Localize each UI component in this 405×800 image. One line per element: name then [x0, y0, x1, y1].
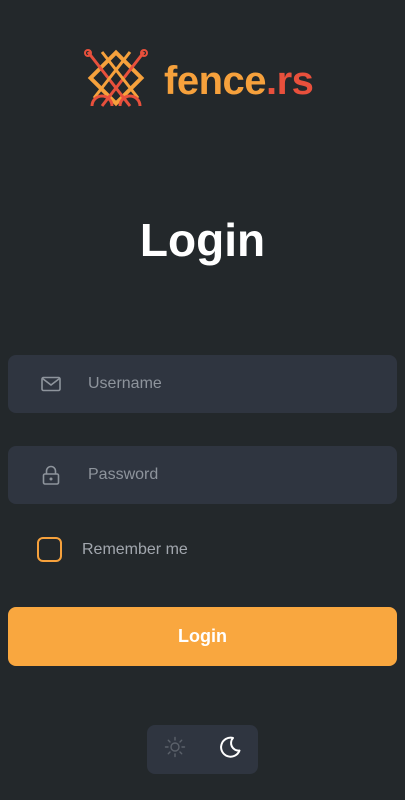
brand-logo: fence.rs — [80, 46, 330, 118]
password-field[interactable] — [8, 446, 397, 504]
page-title: Login — [139, 214, 266, 266]
moon-icon — [218, 735, 242, 764]
theme-dark-option[interactable] — [203, 725, 259, 774]
username-field[interactable] — [8, 355, 397, 413]
remember-me-label[interactable]: Remember me — [82, 541, 188, 559]
username-input[interactable] — [86, 363, 370, 405]
theme-light-option[interactable] — [147, 725, 203, 774]
brand-name-main: fence — [164, 59, 267, 103]
lock-icon — [40, 464, 62, 486]
theme-toggle[interactable] — [147, 725, 258, 774]
mail-icon — [40, 373, 62, 395]
login-screen: fence.rs Login Remember me Login — [0, 0, 405, 800]
login-button[interactable]: Login — [8, 607, 397, 666]
brand-name-suffix: .rs — [266, 59, 314, 103]
sun-icon — [164, 736, 186, 763]
password-input[interactable] — [86, 454, 370, 496]
remember-me[interactable]: Remember me — [37, 537, 188, 562]
fence-logo-icon — [84, 49, 148, 107]
remember-me-checkbox[interactable] — [37, 537, 62, 562]
brand-name: fence.rs — [164, 59, 314, 103]
